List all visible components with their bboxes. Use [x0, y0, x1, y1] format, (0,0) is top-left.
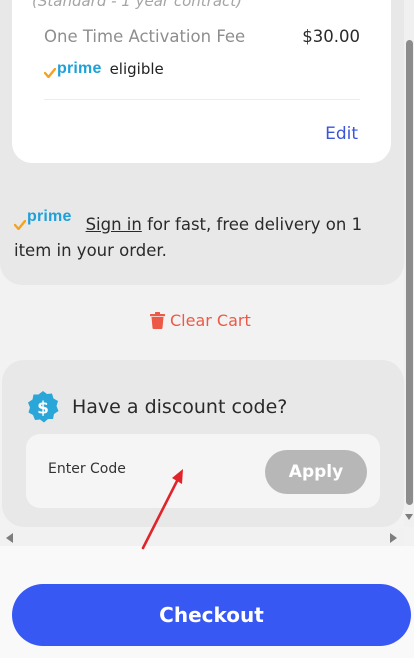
discount-code-box: Apply — [26, 434, 380, 508]
prime-logo-text: prime — [57, 60, 102, 77]
vertical-scroll-thumb[interactable] — [406, 40, 413, 505]
card-divider — [44, 99, 360, 100]
prime-logo: prime — [44, 60, 102, 78]
plan-term-text: (Standard - 1 year contract) — [32, 0, 242, 10]
discount-section: $ Have a discount code? Apply — [2, 360, 404, 527]
prime-logo-text: prime — [27, 208, 72, 225]
checkout-bar: Checkout — [0, 546, 414, 658]
svg-text:$: $ — [37, 399, 49, 419]
dollar-badge-icon: $ — [28, 391, 59, 423]
activation-fee-row: One Time Activation Fee $30.00 — [44, 27, 360, 46]
checkout-button[interactable]: Checkout — [12, 584, 411, 646]
activation-fee-label: One Time Activation Fee — [44, 27, 246, 46]
prime-logo: prime — [14, 204, 72, 230]
activation-fee-price: $30.00 — [302, 27, 360, 46]
scroll-down-arrow-icon[interactable] — [405, 514, 413, 520]
sign-in-link[interactable]: Sign in — [86, 215, 142, 234]
prime-eligible-row: prime eligible — [44, 60, 164, 78]
apply-button[interactable]: Apply — [265, 450, 367, 494]
clear-cart-button[interactable]: Clear Cart — [150, 311, 251, 330]
discount-code-input[interactable] — [48, 461, 248, 477]
prime-eligible-text: eligible — [109, 60, 164, 78]
clear-cart-label: Clear Cart — [170, 311, 251, 330]
prime-check-icon — [14, 220, 26, 230]
vertical-scrollbar[interactable] — [404, 0, 414, 527]
horizontal-scrollbar[interactable] — [0, 529, 404, 546]
edit-link[interactable]: Edit — [325, 124, 358, 144]
trash-icon — [150, 312, 165, 329]
prime-check-icon — [44, 68, 56, 78]
discount-heading-row: $ Have a discount code? — [26, 390, 287, 424]
scroll-right-arrow-icon[interactable] — [390, 533, 397, 543]
discount-heading: Have a discount code? — [72, 396, 288, 418]
prime-signin-banner: prime Sign in for fast, free delivery on… — [14, 204, 374, 264]
scroll-left-arrow-icon[interactable] — [6, 533, 13, 543]
